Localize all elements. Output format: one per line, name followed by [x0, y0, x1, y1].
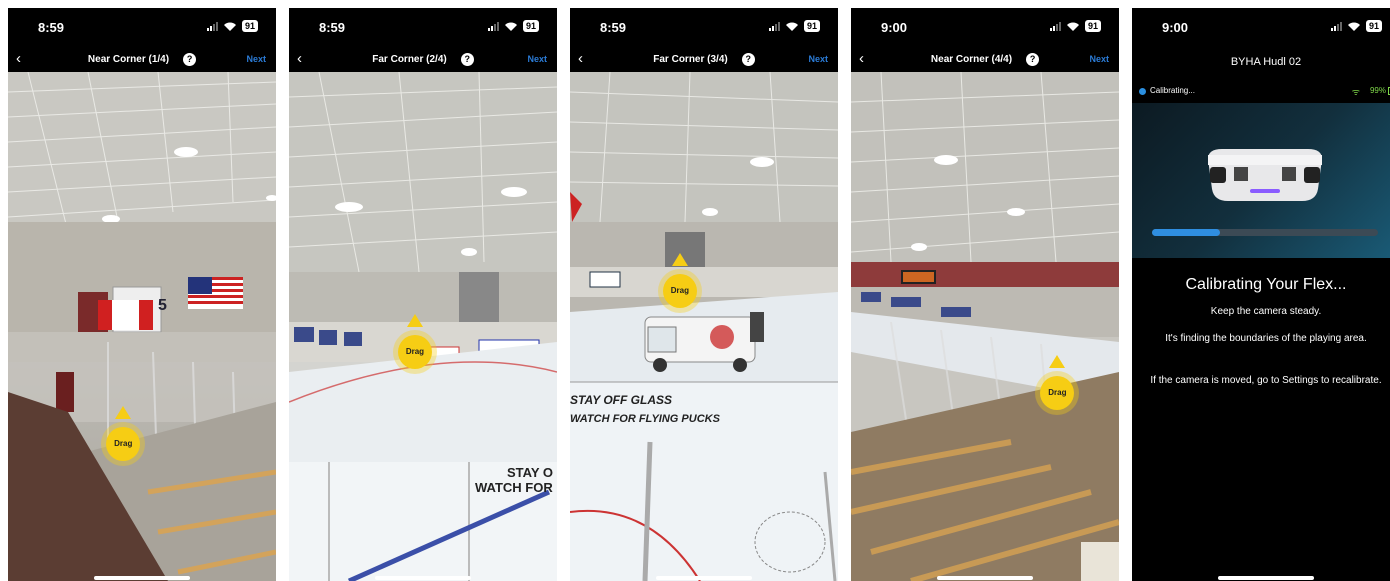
- help-icon[interactable]: ?: [460, 53, 474, 66]
- status-bar: 8:59 91: [8, 8, 276, 48]
- signal-icon: [1330, 21, 1342, 31]
- step-title: Near Corner (1/4): [87, 54, 170, 66]
- help-icon[interactable]: ?: [741, 53, 755, 66]
- progress-fill: [1152, 229, 1220, 236]
- home-indicator: [656, 576, 752, 580]
- status-icons: 91: [206, 20, 258, 32]
- clock: 8:59: [600, 20, 627, 35]
- nav-title: Far Corner (2/4)?: [289, 53, 557, 66]
- device-battery-percent: 99%: [1369, 86, 1386, 95]
- drag-button[interactable]: Drag: [662, 273, 697, 308]
- drag-arrow-icon: [1049, 354, 1066, 368]
- phone-screen-3: 8:59 91 ‹ Far Corner (3/4)? Next STAY OF…: [570, 8, 838, 581]
- drag-arrow-icon: [671, 252, 688, 266]
- device-status-bar: Calibrating... ᯤ 99%: [1132, 82, 1390, 102]
- banner-number: 5: [158, 297, 167, 314]
- device-name: BYHA Hudl 02: [1230, 56, 1302, 68]
- home-indicator: [94, 576, 190, 580]
- clock: 9:00: [881, 20, 908, 35]
- wifi-icon: [1066, 22, 1079, 31]
- next-button[interactable]: Next: [808, 54, 828, 64]
- status-bar: 8:59 91: [570, 8, 838, 48]
- drag-button[interactable]: Drag: [1040, 375, 1075, 410]
- camera-view: 5 Drag: [8, 72, 276, 581]
- home-indicator: [937, 576, 1033, 580]
- camera-view: STAY O WATCH FOR Drag: [289, 72, 557, 581]
- clock: 9:00: [1162, 20, 1189, 35]
- camera-preview-panel: [1132, 103, 1390, 258]
- drag-handle[interactable]: Drag: [392, 313, 437, 374]
- camera-device-icon: [1208, 149, 1322, 201]
- battery-icon: 91: [1365, 20, 1382, 32]
- status-icons: 91: [1049, 20, 1101, 32]
- status-bar: 9:00 91: [1132, 8, 1390, 48]
- phone-screen-calibrating: 9:00 91 BYHA Hudl 02 Calibrating... ᯤ 99…: [1132, 8, 1390, 581]
- battery-icon: 91: [1084, 20, 1101, 32]
- home-indicator: [375, 576, 471, 580]
- status-dot-icon: [1139, 88, 1146, 95]
- help-icon[interactable]: ?: [183, 53, 197, 66]
- status-icons: 91: [487, 20, 539, 32]
- instruction-1: Keep the camera steady.: [1210, 306, 1322, 317]
- phone-screen-2: 8:59 91 ‹ Far Corner (2/4)? Next STAY O …: [289, 8, 557, 581]
- wifi-icon: [223, 22, 236, 31]
- signal-icon: [1049, 21, 1061, 31]
- signal-icon: [768, 21, 780, 31]
- next-button[interactable]: Next: [527, 54, 547, 64]
- camera-view: Drag: [851, 72, 1119, 581]
- nav-title: Near Corner (4/4)?: [851, 53, 1119, 66]
- step-title: Far Corner (2/4): [372, 54, 447, 66]
- drag-handle[interactable]: Drag: [101, 405, 146, 466]
- calibration-heading: Calibrating Your Flex...: [1185, 276, 1347, 293]
- calibrating-status: Calibrating...: [1150, 86, 1195, 95]
- clock: 8:59: [319, 20, 346, 35]
- glass-text-2: WATCH FOR: [475, 480, 553, 495]
- clock: 8:59: [38, 20, 65, 35]
- signal-icon: [206, 21, 218, 31]
- calibration-progress: [1152, 229, 1378, 236]
- wifi-icon: [504, 22, 517, 31]
- instruction-3: If the camera is moved, go to Settings t…: [1150, 375, 1382, 386]
- instruction-2: It's finding the boundaries of the playi…: [1165, 333, 1367, 344]
- battery-icon: 91: [241, 20, 258, 32]
- step-title: Far Corner (3/4): [653, 54, 728, 66]
- drag-handle[interactable]: Drag: [657, 252, 702, 313]
- signal-icon: [487, 21, 499, 31]
- glass-text-2: WATCH FOR FLYING PUCKS: [570, 413, 721, 425]
- device-wifi-icon: ᯤ: [1351, 87, 1360, 97]
- glass-text-1: STAY OFF GLASS: [570, 393, 672, 407]
- nav-bar: ‹ Near Corner (1/4)? Next: [8, 48, 276, 72]
- nav-bar: ‹ Near Corner (4/4)? Next: [851, 48, 1119, 72]
- glass-text-1: STAY O: [507, 465, 553, 480]
- drag-button[interactable]: Drag: [106, 426, 141, 461]
- drag-button[interactable]: Drag: [397, 334, 432, 369]
- drag-arrow-icon: [115, 405, 132, 419]
- home-indicator: [1218, 576, 1314, 580]
- nav-title: Far Corner (3/4)?: [570, 53, 838, 66]
- drag-handle[interactable]: Drag: [1035, 354, 1080, 415]
- phone-screen-4: 9:00 91 ‹ Near Corner (4/4)? Next Drag: [851, 8, 1119, 581]
- status-icons: 91: [768, 20, 820, 32]
- rink-camera-image: 5: [8, 72, 276, 581]
- wifi-icon: [785, 22, 798, 31]
- battery-icon: 91: [803, 20, 820, 32]
- nav-title: Near Corner (1/4)?: [8, 53, 276, 66]
- camera-view: STAY OFF GLASS WATCH FOR FLYING PUCKS Dr…: [570, 72, 838, 581]
- nav-bar: ‹ Far Corner (2/4)? Next: [289, 48, 557, 72]
- battery-icon: 91: [522, 20, 539, 32]
- status-icons: 91: [1330, 20, 1382, 32]
- nav-bar: ‹ Far Corner (3/4)? Next: [570, 48, 838, 72]
- step-title: Near Corner (4/4): [930, 54, 1013, 66]
- rink-camera-image: STAY OFF GLASS WATCH FOR FLYING PUCKS: [570, 72, 838, 581]
- status-bar: 8:59 91: [289, 8, 557, 48]
- next-button[interactable]: Next: [246, 54, 266, 64]
- rink-camera-image: [851, 72, 1119, 581]
- drag-arrow-icon: [406, 313, 423, 327]
- next-button[interactable]: Next: [1089, 54, 1109, 64]
- phone-screen-1: 8:59 91 ‹ Near Corner (1/4)? Next 5 Drag: [8, 8, 276, 581]
- help-icon[interactable]: ?: [1026, 53, 1040, 66]
- status-bar: 9:00 91: [851, 8, 1119, 48]
- wifi-icon: [1347, 22, 1360, 31]
